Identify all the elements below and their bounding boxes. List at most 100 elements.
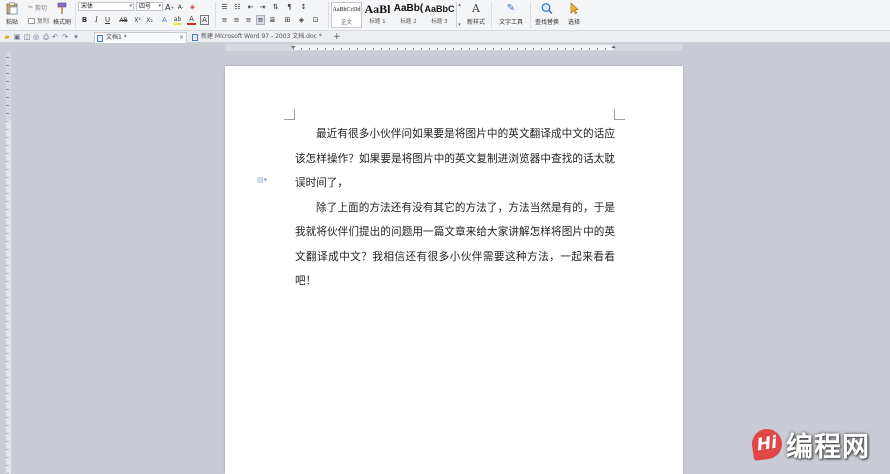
style-heading-1[interactable]: AaBl 标题 1 [362,2,393,28]
align-right-button[interactable]: ≡ [244,15,253,25]
tab-document-2[interactable]: 新建 Microsoft Word 97 - 2003 文档.doc * [190,32,330,43]
brush-icon [57,2,67,14]
ruler-scale [6,120,11,474]
strikethrough-button[interactable]: AB [117,15,130,25]
watermark-text: 编程网 [786,431,870,463]
align-center-icon: ≡ [233,16,240,24]
bold-button[interactable]: B [80,15,89,25]
tab-document-1[interactable]: 文档1 * × [94,32,187,43]
superscript-button[interactable]: X² [133,15,142,25]
vertical-ruler[interactable] [6,52,11,474]
right-indent-marker[interactable]: ⏶ [611,44,616,51]
find-replace-button[interactable]: 查找替换 [533,1,561,29]
eraser-icon: ◈ [189,3,196,11]
separator [215,2,216,28]
italic-button[interactable]: I [92,15,101,25]
new-tab-button[interactable]: + [333,32,341,42]
font-size-select[interactable]: 四号 ▾ [136,2,163,11]
undo-icon[interactable]: ↶ [51,33,59,41]
find-replace-label: 查找替换 [534,19,559,26]
superscript-icon: X² [134,16,141,24]
cut-button[interactable]: ✂ 剪切 [28,3,47,12]
paragraph[interactable]: 除了上面的方法还有没有其它的方法了，方法当然是有的，于是我就将伙伴们提出的问题用… [295,196,615,294]
decrease-indent-button[interactable]: ⇤ [246,2,255,12]
clear-format-button[interactable]: ◈ [188,2,197,12]
cut-label: 剪切 [35,5,48,12]
paragraph[interactable]: 最近有很多小伙伴问如果要是将图片中的英文翻译成中文的话应该怎样操作？如果要是将图… [295,122,615,196]
font-color-button[interactable]: A [187,15,196,25]
highlight-button[interactable]: ab [173,15,182,25]
numbering-button[interactable]: ☷ [233,2,242,12]
style-normal[interactable]: AaBbCcDd 正文 [331,2,362,28]
web-icon[interactable]: ◎ [32,33,40,41]
format-painter-label: 格式刷 [52,19,71,26]
table-button[interactable]: ⊞ [283,15,292,25]
open-folder-icon[interactable]: ▰ [3,33,11,41]
bullets-button[interactable]: ☰ [220,2,229,12]
select-label: 选择 [567,19,580,26]
align-center-button[interactable]: ≡ [232,15,241,25]
line-spacing-button[interactable]: ↕ [299,2,308,12]
text-tools-button[interactable]: ✎ 文字工具 [497,1,525,29]
text-effect-button[interactable]: A [160,15,169,25]
new-style-button[interactable]: A 新样式 [465,1,487,29]
styles-scroll[interactable]: ▴ ▾ [456,2,462,28]
document-body[interactable]: 最近有很多小伙伴问如果要是将图片中的英文翻译成中文的话应该怎样操作？如果要是将图… [295,122,615,294]
border-icon: ⊡ [312,16,319,24]
copy-icon [28,17,35,24]
chevron-down-icon: ▾ [458,22,461,28]
italic-icon: I [95,16,98,24]
copy-button[interactable]: 复制 [28,16,49,25]
subscript-button[interactable]: X₂ [145,15,154,25]
show-marks-button[interactable]: ¶ [285,2,294,12]
align-left-button[interactable]: ≡ [220,15,229,25]
shrink-font-button[interactable]: A- [176,2,185,12]
format-painter-button[interactable]: 格式刷 [51,1,73,29]
justify-icon: ≡ [257,16,264,24]
close-icon[interactable]: × [179,33,184,43]
document-icon [97,35,103,42]
font-name-select[interactable]: 宋体 ▾ [78,2,134,11]
grow-font-button[interactable]: A + [165,2,174,12]
indent-icon: ⇥ [259,3,266,11]
style-name: 标题 2 [400,19,417,25]
redo-icon[interactable]: ↷ [61,33,69,41]
justify-button[interactable]: ≡ [256,15,265,25]
outdent-icon: ⇤ [247,3,254,11]
sort-button[interactable]: ⇅ [271,2,280,12]
style-heading-3[interactable]: AaBbC 标题 3 [424,2,455,28]
underline-button[interactable]: U [103,15,112,25]
align-right-icon: ≡ [245,16,252,24]
shading-button[interactable]: ◈ [297,15,306,25]
distribute-button[interactable]: ≣ [268,15,277,25]
paste-icon [6,2,18,15]
style-name: 标题 1 [369,19,386,25]
char-border-icon: A [202,16,207,24]
borders-button[interactable]: ⊡ [311,15,320,25]
font-color-icon: A [189,15,194,23]
watermark-logo: Hi [750,427,784,461]
ruler-scale [293,45,613,50]
paragraph-layout-icon[interactable]: ▤▾ [257,176,267,184]
shading-icon: ◈ [298,16,305,24]
distribute-icon: ≣ [269,16,276,24]
increase-indent-button[interactable]: ⇥ [258,2,267,12]
char-border-button[interactable]: A [200,15,209,25]
horizontal-ruler[interactable]: ⏷ ⏶ [225,44,683,51]
search-icon [541,3,553,15]
chevron-up-icon: ▴ [458,2,461,8]
sort-icon: ⇅ [272,3,279,11]
customize-dropdown-icon[interactable]: ▾ [72,33,80,41]
select-button[interactable]: 选择 [564,1,584,29]
paste-button[interactable]: 粘贴 [2,1,22,29]
align-left-icon: ≡ [221,16,228,24]
left-indent-marker[interactable]: ⏷ [291,44,296,51]
print-preview-icon[interactable]: ◫ [23,33,31,41]
document-page[interactable]: 最近有很多小伙伴问如果要是将图片中的英文翻译成中文的话应该怎样操作？如果要是将图… [225,66,683,474]
margin-corner-mark [614,109,625,120]
highlighter-icon: ab [173,15,182,23]
style-sample: AaBb( [393,3,424,14]
save-icon[interactable]: ▣ [13,33,21,41]
print-icon[interactable]: ⎙ [42,33,50,41]
style-heading-2[interactable]: AaBb( 标题 2 [393,2,424,28]
